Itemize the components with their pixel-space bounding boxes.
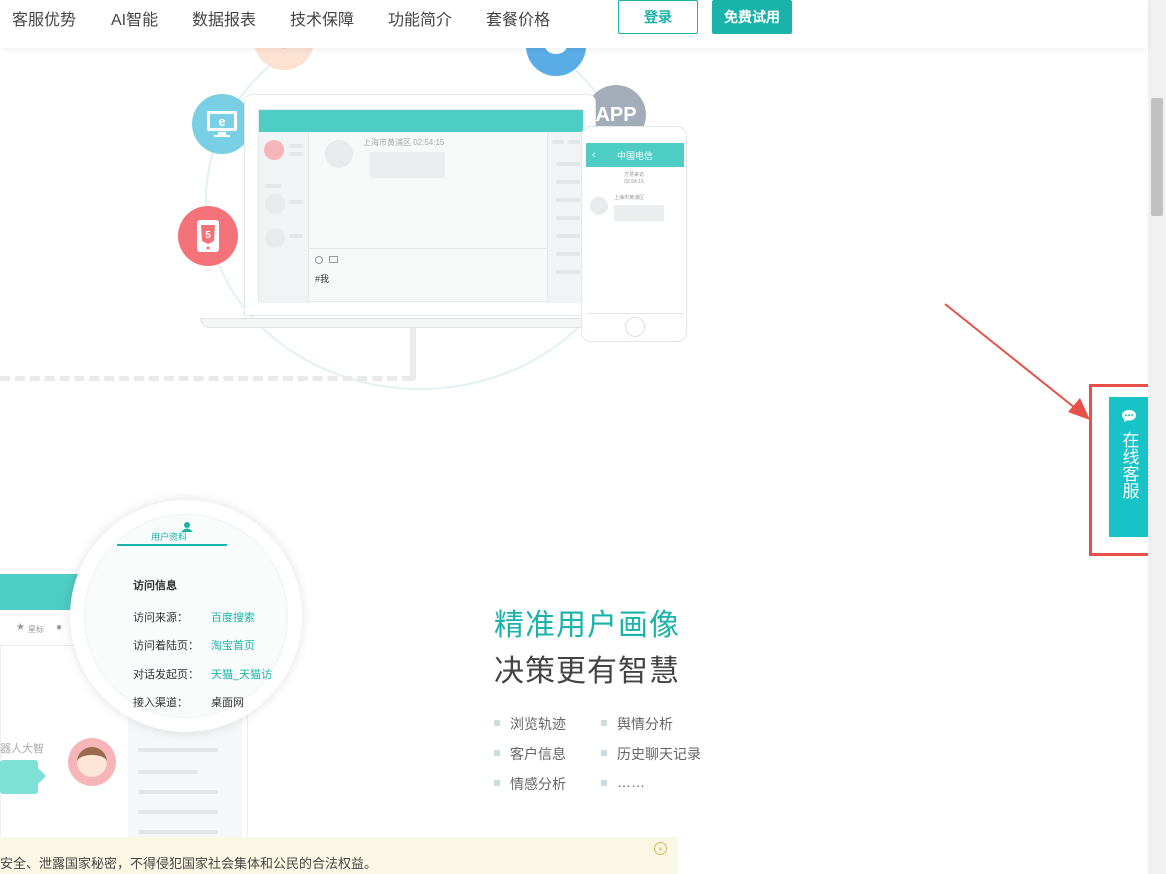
notice-text: 安全、泄露国家秘密，不得侵犯国家社会集体和公民的合法权益。 [0, 856, 378, 871]
visit-source-value: 百度搜索 [211, 612, 255, 624]
robot-chat-bubble [0, 760, 38, 794]
phone-location: 上海市黄浦区 [614, 195, 645, 201]
feature-title: 精准用户画像 [494, 609, 680, 642]
visitor-avatar [325, 140, 353, 168]
user-profile-magnifier: 用户资料 访问信息 访问来源： 百度搜索 访问着陆页： 淘宝首页 对话发起页： … [70, 500, 302, 732]
phone-mockup: ‹ 中国电信 方慧来访 02:54:15 上海市黄浦区 [581, 126, 687, 342]
page: 客服优势 AI智能 数据报表 技术保障 功能简介 套餐价格 登录 免费试用 e … [0, 0, 1166, 874]
landing-page-value: 淘宝首页 [211, 640, 255, 652]
chat-bubble-icon [1122, 410, 1136, 422]
landing-page-label: 访问着陆页： [133, 640, 199, 652]
online-service-button[interactable]: 在线客服 [1109, 397, 1149, 537]
visit-info-title: 访问信息 [133, 580, 177, 592]
feature-subtitle: 决策更有智慧 [494, 655, 680, 688]
nav-item-pricing[interactable]: 套餐价格 [486, 6, 550, 30]
star-icon: ★ [16, 622, 25, 633]
chat-window-header [259, 110, 583, 132]
chat-bubble [369, 152, 445, 178]
web-browser-icon: e [192, 94, 252, 154]
laptop-mockup: 上海市黄浦区 02:54:15 #我 [244, 94, 596, 316]
annotation-arrow-icon [944, 303, 1090, 420]
user-icon: ● [56, 622, 63, 633]
user-profile-panel: 用户资料 访问信息 访问来源： 百度搜索 访问着陆页： 淘宝首页 对话发起页： … [84, 514, 288, 718]
close-icon[interactable]: × [654, 842, 667, 855]
nav-item-tech-support[interactable]: 技术保障 [290, 6, 354, 30]
svg-text:e: e [218, 114, 225, 129]
feature-item: 情感分析 [494, 774, 566, 794]
feature-item: 浏览轨迹 [494, 714, 566, 734]
scrollbar-thumb[interactable] [1151, 98, 1163, 216]
phone-visitor-note: 方慧来访 [623, 172, 644, 178]
feature-item-more: …… [601, 774, 645, 790]
tab-user-profile: 用户资料 [151, 532, 188, 542]
phone-title: 中国电信 [616, 150, 653, 161]
app-badge-label: APP [595, 103, 637, 126]
html5-icon: 5 [178, 206, 238, 266]
nav-item-advantages[interactable]: 客服优势 [12, 6, 76, 30]
connector-stem [410, 326, 416, 381]
svg-text:5: 5 [205, 230, 211, 241]
robot-name: 器人大智 [0, 743, 44, 755]
laptop-base [200, 318, 640, 328]
feature-item: 舆情分析 [601, 714, 673, 734]
feature-more-text: …… [617, 774, 645, 790]
feature-item: 客户信息 [494, 744, 566, 764]
nav-item-ai[interactable]: AI智能 [111, 6, 158, 30]
phone-chat-bubble [614, 205, 664, 221]
phone-header: ‹ 中国电信 [586, 143, 684, 167]
top-navigation: 客服优势 AI智能 数据报表 技术保障 功能简介 套餐价格 登录 免费试用 [0, 0, 1148, 48]
user-profile-icon [181, 519, 193, 532]
chat-start-page-label: 对话发起页： [133, 669, 199, 681]
chat-start-page-value: 天猫_天猫访 [211, 669, 273, 681]
nav-item-features[interactable]: 功能简介 [388, 6, 452, 30]
access-channel-value: 桌面网 [211, 697, 244, 709]
phone-avatar [590, 197, 608, 215]
message-input: #我 [315, 274, 330, 284]
online-service-label: 在线客服 [1119, 431, 1139, 499]
contact-list [259, 132, 309, 303]
agent-avatar [68, 738, 116, 786]
phone-time: 02:54:15 [624, 179, 644, 185]
star-label: 星标 [28, 625, 44, 634]
login-button[interactable]: 登录 [618, 0, 698, 34]
emoji-icon [315, 256, 323, 264]
feature-item: 历史聊天记录 [601, 744, 701, 764]
image-icon [329, 256, 338, 263]
chat-location: 上海市黄浦区 02:54:15 [363, 138, 445, 147]
info-column [547, 132, 585, 303]
visit-source-label: 访问来源： [133, 612, 188, 624]
nav-item-reports[interactable]: 数据报表 [192, 6, 256, 30]
access-channel-label: 接入渠道： [133, 697, 188, 709]
dashed-connector [0, 376, 412, 381]
phone-home-button [625, 317, 645, 337]
laptop-screen: 上海市黄浦区 02:54:15 #我 [258, 109, 585, 303]
free-trial-button[interactable]: 免费试用 [712, 0, 792, 34]
notice-bar: 安全、泄露国家秘密，不得侵犯国家社会集体和公民的合法权益。 × [0, 837, 678, 874]
contact-avatar [264, 140, 284, 160]
